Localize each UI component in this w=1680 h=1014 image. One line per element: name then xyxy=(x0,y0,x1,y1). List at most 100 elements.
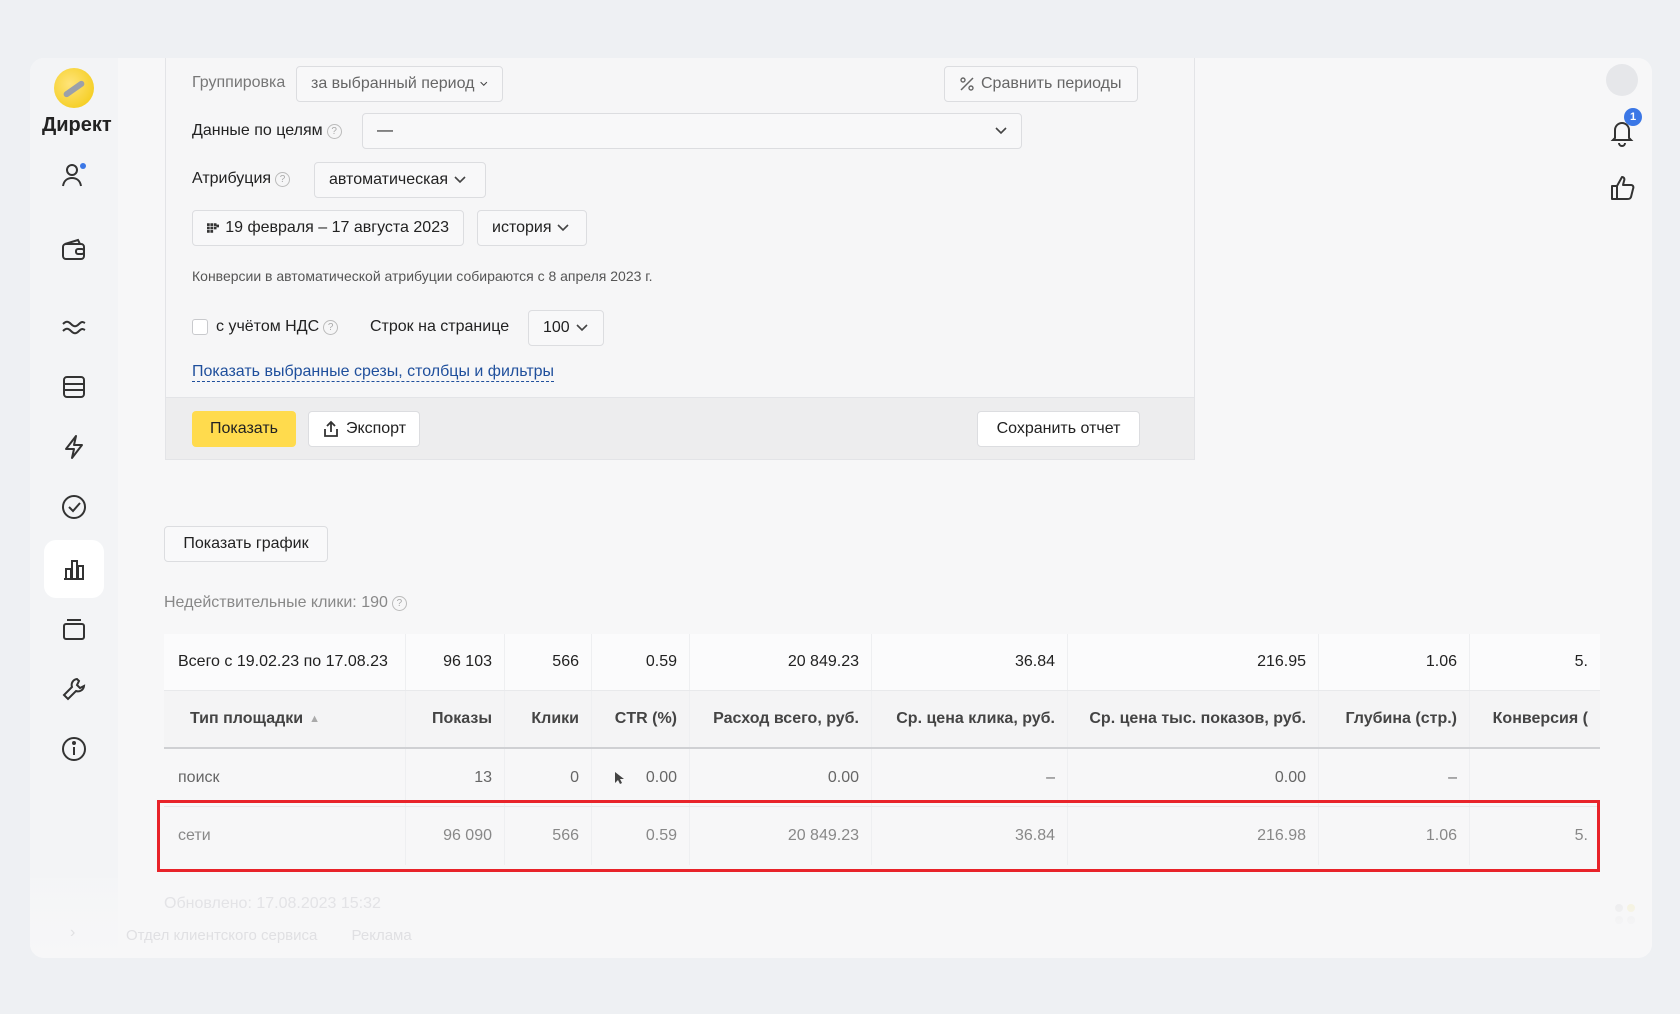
table-row: поиск 13 0 0.00 0.00 – 0.00 – xyxy=(164,749,1600,807)
show-chart-button[interactable]: Показать график xyxy=(164,526,328,562)
grouping-select[interactable]: за выбранный период xyxy=(296,66,503,102)
save-report-button[interactable]: Сохранить отчет xyxy=(977,411,1140,447)
user-avatar[interactable] xyxy=(1606,64,1638,96)
column-header-avg-cpm[interactable]: Ср. цена тыс. показов, руб. xyxy=(1068,691,1319,747)
table-cell: 566 xyxy=(505,634,592,690)
table-cell xyxy=(1470,749,1600,806)
vat-label-text: с учётом НДС xyxy=(216,318,320,335)
column-header-spend[interactable]: Расход всего, руб. xyxy=(690,691,872,747)
nav-layers-icon[interactable] xyxy=(44,600,104,658)
column-header-avg-cpc[interactable]: Ср. цена клика, руб. xyxy=(872,691,1068,747)
goals-label-text: Данные по целям xyxy=(192,122,323,139)
goals-select[interactable]: — xyxy=(362,113,1022,149)
chevron-down-icon xyxy=(576,324,588,332)
export-label: Экспорт xyxy=(345,420,407,437)
nav-list-icon[interactable] xyxy=(44,358,104,416)
column-header-label: Тип площадки xyxy=(190,710,304,727)
column-header-impressions[interactable]: Показы xyxy=(406,691,505,747)
attribution-label: Атрибуция? xyxy=(192,170,291,188)
date-range-value: 19 февраля – 17 августа 2023 xyxy=(225,219,449,236)
table-cell: 36.84 xyxy=(872,634,1068,690)
rows-per-page-select[interactable]: 100 xyxy=(528,310,604,346)
panel-footer: Показать Экспорт Сохранить отчет xyxy=(166,397,1194,459)
column-header-conversion[interactable]: Конверсия ( xyxy=(1470,691,1600,747)
help-icon[interactable]: ? xyxy=(391,596,407,611)
sidebar: Директ xyxy=(30,58,118,958)
column-header-platform-type[interactable]: Тип площадки ▲ xyxy=(164,691,406,747)
table-cell: 0.00 xyxy=(1068,749,1319,806)
date-range-picker[interactable]: 19 февраля – 17 августа 2023 xyxy=(192,210,464,246)
rows-per-page-label: Строк на странице xyxy=(370,318,510,335)
table-cell: 5. xyxy=(1574,653,1588,670)
help-icon[interactable]: ? xyxy=(275,172,291,187)
history-select[interactable]: история xyxy=(477,210,587,246)
nav-lightning-icon[interactable] xyxy=(44,418,104,476)
help-icon[interactable]: ? xyxy=(326,124,342,139)
chevron-down-icon xyxy=(480,81,488,86)
attribution-label-text: Атрибуция xyxy=(192,170,272,187)
chevron-down-icon xyxy=(454,176,466,184)
nav-campaigns-wave-icon[interactable] xyxy=(44,298,104,356)
conversions-note: Конверсии в автоматической атрибуции соб… xyxy=(192,268,653,284)
thumbs-up-icon[interactable] xyxy=(1606,172,1638,204)
help-icon[interactable]: ? xyxy=(323,320,339,335)
footer-fade xyxy=(30,878,1652,958)
calendar-icon xyxy=(207,223,220,233)
goals-value: — xyxy=(377,122,393,139)
percent-icon xyxy=(960,77,974,91)
mouse-cursor-icon xyxy=(614,771,624,784)
table-cell: – xyxy=(872,749,1068,806)
column-header-clicks[interactable]: Клики xyxy=(505,691,592,747)
upload-icon xyxy=(324,420,338,437)
table-cell: 216.95 xyxy=(1068,634,1319,690)
show-selected-filters-link[interactable]: Показать выбранные срезы, столбцы и филь… xyxy=(192,363,555,382)
history-value: история xyxy=(492,219,552,236)
grouping-label: Группировка xyxy=(192,74,286,91)
nav-account-icon[interactable] xyxy=(44,146,104,204)
goals-label: Данные по целям? xyxy=(192,122,342,140)
chevron-down-icon xyxy=(995,127,1007,135)
attribution-value: автоматическая xyxy=(329,171,449,188)
chevron-down-icon xyxy=(557,224,570,232)
table-cell: поиск xyxy=(164,749,406,806)
table-cell-value: 0.00 xyxy=(645,768,677,786)
sort-asc-icon: ▲ xyxy=(309,713,320,725)
right-bar: 1 xyxy=(1592,58,1652,958)
nav-wallet-icon[interactable] xyxy=(44,222,104,280)
column-header-ctr[interactable]: CTR (%) xyxy=(592,691,690,747)
highlight-frame xyxy=(157,800,1600,872)
attribution-select[interactable]: автоматическая xyxy=(314,162,486,198)
vat-label: с учётом НДС? xyxy=(216,318,339,336)
nav-check-icon[interactable] xyxy=(44,478,104,536)
table-cell: 0.00 xyxy=(592,749,690,806)
table-cell: Всего с 19.02.23 по 17.08.23 xyxy=(164,634,406,690)
column-header-depth[interactable]: Глубина (стр.) xyxy=(1319,691,1470,747)
export-button[interactable]: Экспорт xyxy=(308,411,420,447)
show-button[interactable]: Показать xyxy=(192,411,296,447)
table-total-row: Всего с 19.02.23 по 17.08.23 96 103 566 … xyxy=(164,634,1600,691)
vat-checkbox[interactable] xyxy=(192,319,208,335)
table-cell: 96 103 xyxy=(406,634,505,690)
table-cell: – xyxy=(1319,749,1470,806)
nav-info-icon[interactable] xyxy=(44,720,104,778)
footer-links: Отдел клиентского сервиса Реклама xyxy=(126,927,442,944)
footer-link-client-service[interactable]: Отдел клиентского сервиса xyxy=(126,927,317,944)
chevron-right-icon[interactable]: › xyxy=(70,924,75,942)
rows-per-page-value: 100 xyxy=(543,319,570,336)
invalid-clicks: Недействительные клики: 190? xyxy=(164,594,407,612)
updated-timestamp: Обновлено: 17.08.2023 15:32 xyxy=(164,895,381,912)
nav-tools-wrench-icon[interactable] xyxy=(44,660,104,718)
brand-name: Директ xyxy=(42,114,112,136)
compare-periods-label: Сравнить периоды xyxy=(981,75,1122,92)
table-cell: 0.00 xyxy=(690,749,872,806)
nav-reports-chart-icon[interactable] xyxy=(44,540,104,598)
footer-link-advertising[interactable]: Реклама xyxy=(352,927,412,944)
report-settings-panel: Группировка за выбранный период Сравнить… xyxy=(165,58,1195,460)
notifications-badge: 1 xyxy=(1624,108,1642,126)
grouping-value: за выбранный период xyxy=(311,75,475,92)
table-cell: 0 xyxy=(505,749,592,806)
compare-periods-button[interactable]: Сравнить периоды xyxy=(944,66,1138,102)
direct-logo[interactable] xyxy=(54,68,94,108)
invalid-clicks-text: Недействительные клики: 190 xyxy=(164,594,388,611)
table-cell: 13 xyxy=(406,749,505,806)
